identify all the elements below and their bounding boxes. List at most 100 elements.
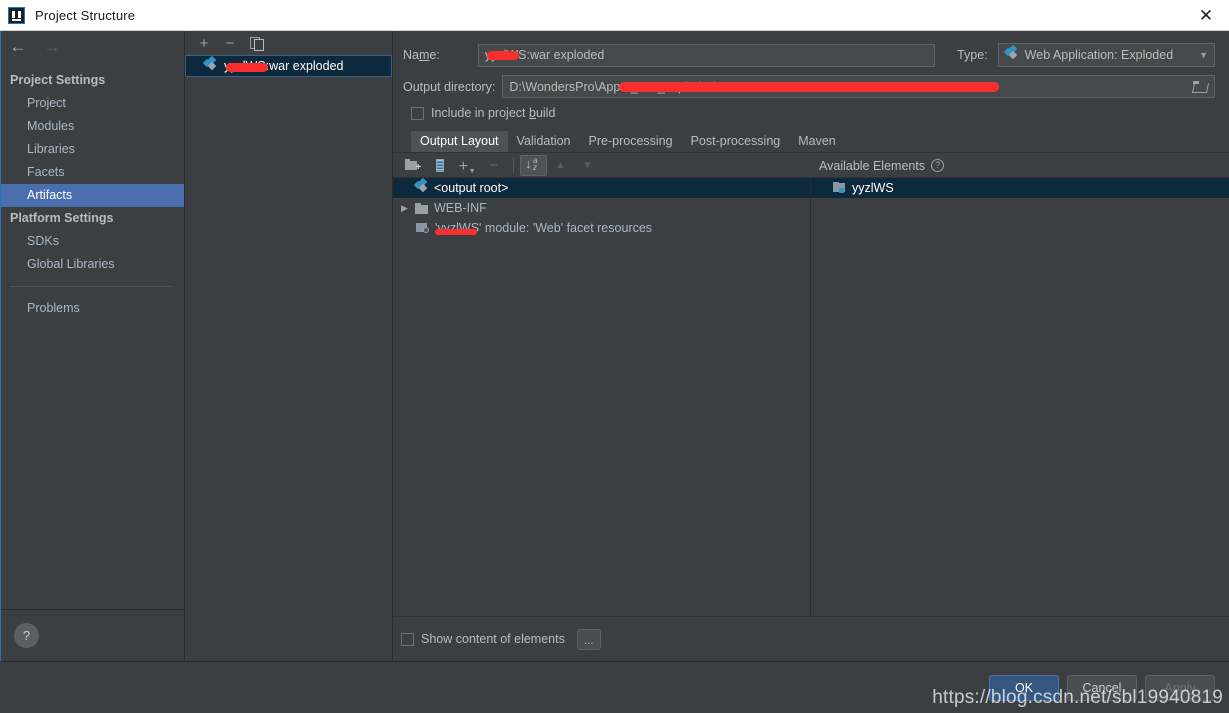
- artifact-detail-panel: Name: yyzlWS:war exploded Type: Web Appl…: [393, 31, 1229, 661]
- sidebar-item-libraries[interactable]: Libraries: [0, 138, 184, 161]
- settings-sidebar: ← → Project Settings Project Modules Lib…: [0, 31, 185, 661]
- type-label: Type:: [957, 48, 988, 62]
- sidebar-group-platform-settings: Platform Settings: [10, 211, 114, 225]
- copy-icon: [249, 36, 264, 51]
- sidebar-group-project-settings: Project Settings: [10, 73, 106, 87]
- type-select-value: Web Application: Exploded: [1024, 48, 1174, 62]
- show-content-checkbox[interactable]: [401, 632, 414, 646]
- expand-triangle-icon[interactable]: ▶: [399, 203, 410, 214]
- remove-artifact-button[interactable]: −: [217, 32, 243, 54]
- sort-az-icon: ↓ a z: [525, 156, 538, 172]
- name-row: Name: yyzlWS:war exploded Type: Web Appl…: [403, 43, 1215, 67]
- sidebar-item-artifacts[interactable]: Artifacts: [0, 184, 184, 207]
- create-directory-button[interactable]: +: [399, 155, 426, 176]
- toolbar-divider: [513, 157, 514, 173]
- artifact-list-item-label: yyzlWS:war exploded: [224, 59, 344, 73]
- chevron-down-icon: ▼: [1199, 50, 1208, 60]
- available-element-label: yyzlWS: [852, 181, 894, 195]
- tab-pre-processing[interactable]: Pre-processing: [580, 131, 682, 152]
- type-select[interactable]: Web Application: Exploded ▼: [997, 43, 1215, 67]
- available-elements-pane: yyzlWS: [810, 177, 1229, 616]
- tree-row-label: 'yyzlWS' module: 'Web' facet resources: [435, 221, 653, 235]
- output-directory-input[interactable]: D:\WondersPro\Appo _war_exploded: [502, 75, 1215, 98]
- available-elements-header: Available Elements ?: [810, 153, 1229, 178]
- show-content-label: Show content of elements: [421, 632, 565, 646]
- move-up-button[interactable]: ▲: [547, 155, 574, 176]
- cancel-button[interactable]: Cancel: [1067, 674, 1137, 701]
- artifacts-list-panel: + − yyzlWS:war exploded: [185, 31, 393, 661]
- ok-button[interactable]: OK: [989, 674, 1059, 701]
- add-element-button[interactable]: + ▼: [453, 155, 480, 176]
- layout-split: <output root> ▶ WEB-INF 'yyzlWS' module:…: [393, 177, 1229, 616]
- output-directory-row: Output directory: D:\WondersPro\Appo _wa…: [403, 75, 1215, 98]
- output-directory-label: Output directory:: [403, 79, 496, 94]
- add-artifact-button[interactable]: +: [191, 32, 217, 54]
- tab-maven[interactable]: Maven: [789, 131, 845, 152]
- tree-row[interactable]: <output root>: [393, 178, 810, 198]
- forward-arrow-icon[interactable]: →: [42, 38, 62, 55]
- intellij-idea-icon: [8, 6, 25, 24]
- artifact-icon: [413, 178, 429, 195]
- name-label: Name:: [403, 48, 440, 62]
- tree-row[interactable]: ▶ WEB-INF: [393, 198, 810, 218]
- sidebar-item-facets[interactable]: Facets: [0, 161, 184, 184]
- title-bar: Project Structure ✕: [0, 0, 1229, 31]
- module-icon: [833, 182, 847, 194]
- tree-row-label: <output root>: [434, 181, 509, 195]
- tab-post-processing[interactable]: Post-processing: [682, 131, 790, 152]
- archive-icon: [435, 158, 444, 172]
- browse-folder-icon[interactable]: [1193, 81, 1207, 92]
- include-in-build-label: Include in project build: [431, 106, 556, 120]
- sidebar-item-global-libraries[interactable]: Global Libraries: [0, 253, 184, 276]
- available-element-row[interactable]: yyzlWS: [811, 178, 1229, 198]
- help-button[interactable]: ?: [14, 623, 39, 648]
- create-archive-button[interactable]: [426, 155, 453, 176]
- remove-element-button[interactable]: −: [480, 155, 507, 176]
- plus-icon: +: [199, 34, 209, 52]
- available-elements-title: Available Elements: [819, 158, 926, 173]
- new-folder-icon: +: [405, 159, 421, 173]
- sort-elements-button[interactable]: ↓ a z: [520, 154, 547, 176]
- plus-dropdown-icon: + ▼: [458, 158, 476, 176]
- copy-artifact-button[interactable]: [243, 32, 269, 54]
- output-layout-toolbar: + + ▼ − ↓ a z ▲ ▼ Available Elements ?: [393, 152, 1229, 177]
- back-arrow-icon[interactable]: ←: [8, 38, 28, 55]
- show-content-row[interactable]: Show content of elements: [401, 632, 565, 646]
- module-facet-icon: [416, 222, 430, 234]
- sidebar-list: Project Settings Project Modules Librari…: [0, 61, 184, 320]
- include-in-build-checkbox[interactable]: [411, 106, 424, 120]
- name-input[interactable]: yyzlWS:war exploded: [477, 43, 936, 67]
- window-title: Project Structure: [35, 7, 136, 23]
- sidebar-item-project[interactable]: Project: [0, 92, 184, 115]
- artifact-form: Name: yyzlWS:war exploded Type: Web Appl…: [393, 31, 1229, 152]
- dialog-body: ← → Project Settings Project Modules Lib…: [0, 31, 1229, 661]
- sidebar-item-problems[interactable]: Problems: [0, 297, 184, 320]
- arrow-up-icon: ▲: [555, 159, 566, 171]
- folder-icon: [415, 202, 429, 214]
- artifact-type-icon: [1003, 44, 1019, 62]
- artifact-icon: [202, 55, 218, 73]
- sidebar-separator: [10, 286, 172, 287]
- sidebar-nav: ← →: [0, 31, 184, 61]
- sidebar-item-modules[interactable]: Modules: [0, 115, 184, 138]
- output-layout-tree: <output root> ▶ WEB-INF 'yyzlWS' module:…: [393, 177, 810, 616]
- detail-tabs: Output Layout Validation Pre-processing …: [411, 130, 1215, 152]
- artifact-list-item[interactable]: yyzlWS:war exploded: [185, 55, 392, 77]
- sidebar-item-sdks[interactable]: SDKs: [0, 230, 184, 253]
- move-down-button[interactable]: ▼: [574, 155, 601, 176]
- include-in-build-row[interactable]: Include in project build: [411, 106, 1215, 120]
- ellipsis-button[interactable]: ...: [576, 628, 601, 650]
- apply-button[interactable]: Apply: [1145, 674, 1215, 701]
- arrow-down-icon: ▼: [582, 159, 593, 171]
- artifacts-toolbar: + −: [185, 31, 392, 55]
- project-structure-dialog: Project Structure ✕ ← → Project Settings…: [0, 0, 1229, 713]
- sidebar-accent-line: [0, 31, 1, 661]
- tab-validation[interactable]: Validation: [508, 131, 580, 152]
- tab-output-layout[interactable]: Output Layout: [411, 131, 508, 152]
- tree-row-label: WEB-INF: [434, 201, 487, 215]
- close-icon[interactable]: ✕: [1183, 0, 1229, 30]
- sidebar-footer: ?: [0, 609, 184, 661]
- tree-row[interactable]: 'yyzlWS' module: 'Web' facet resources: [393, 218, 810, 238]
- help-icon[interactable]: ?: [931, 159, 945, 172]
- detail-footer: Show content of elements ...: [393, 616, 1229, 661]
